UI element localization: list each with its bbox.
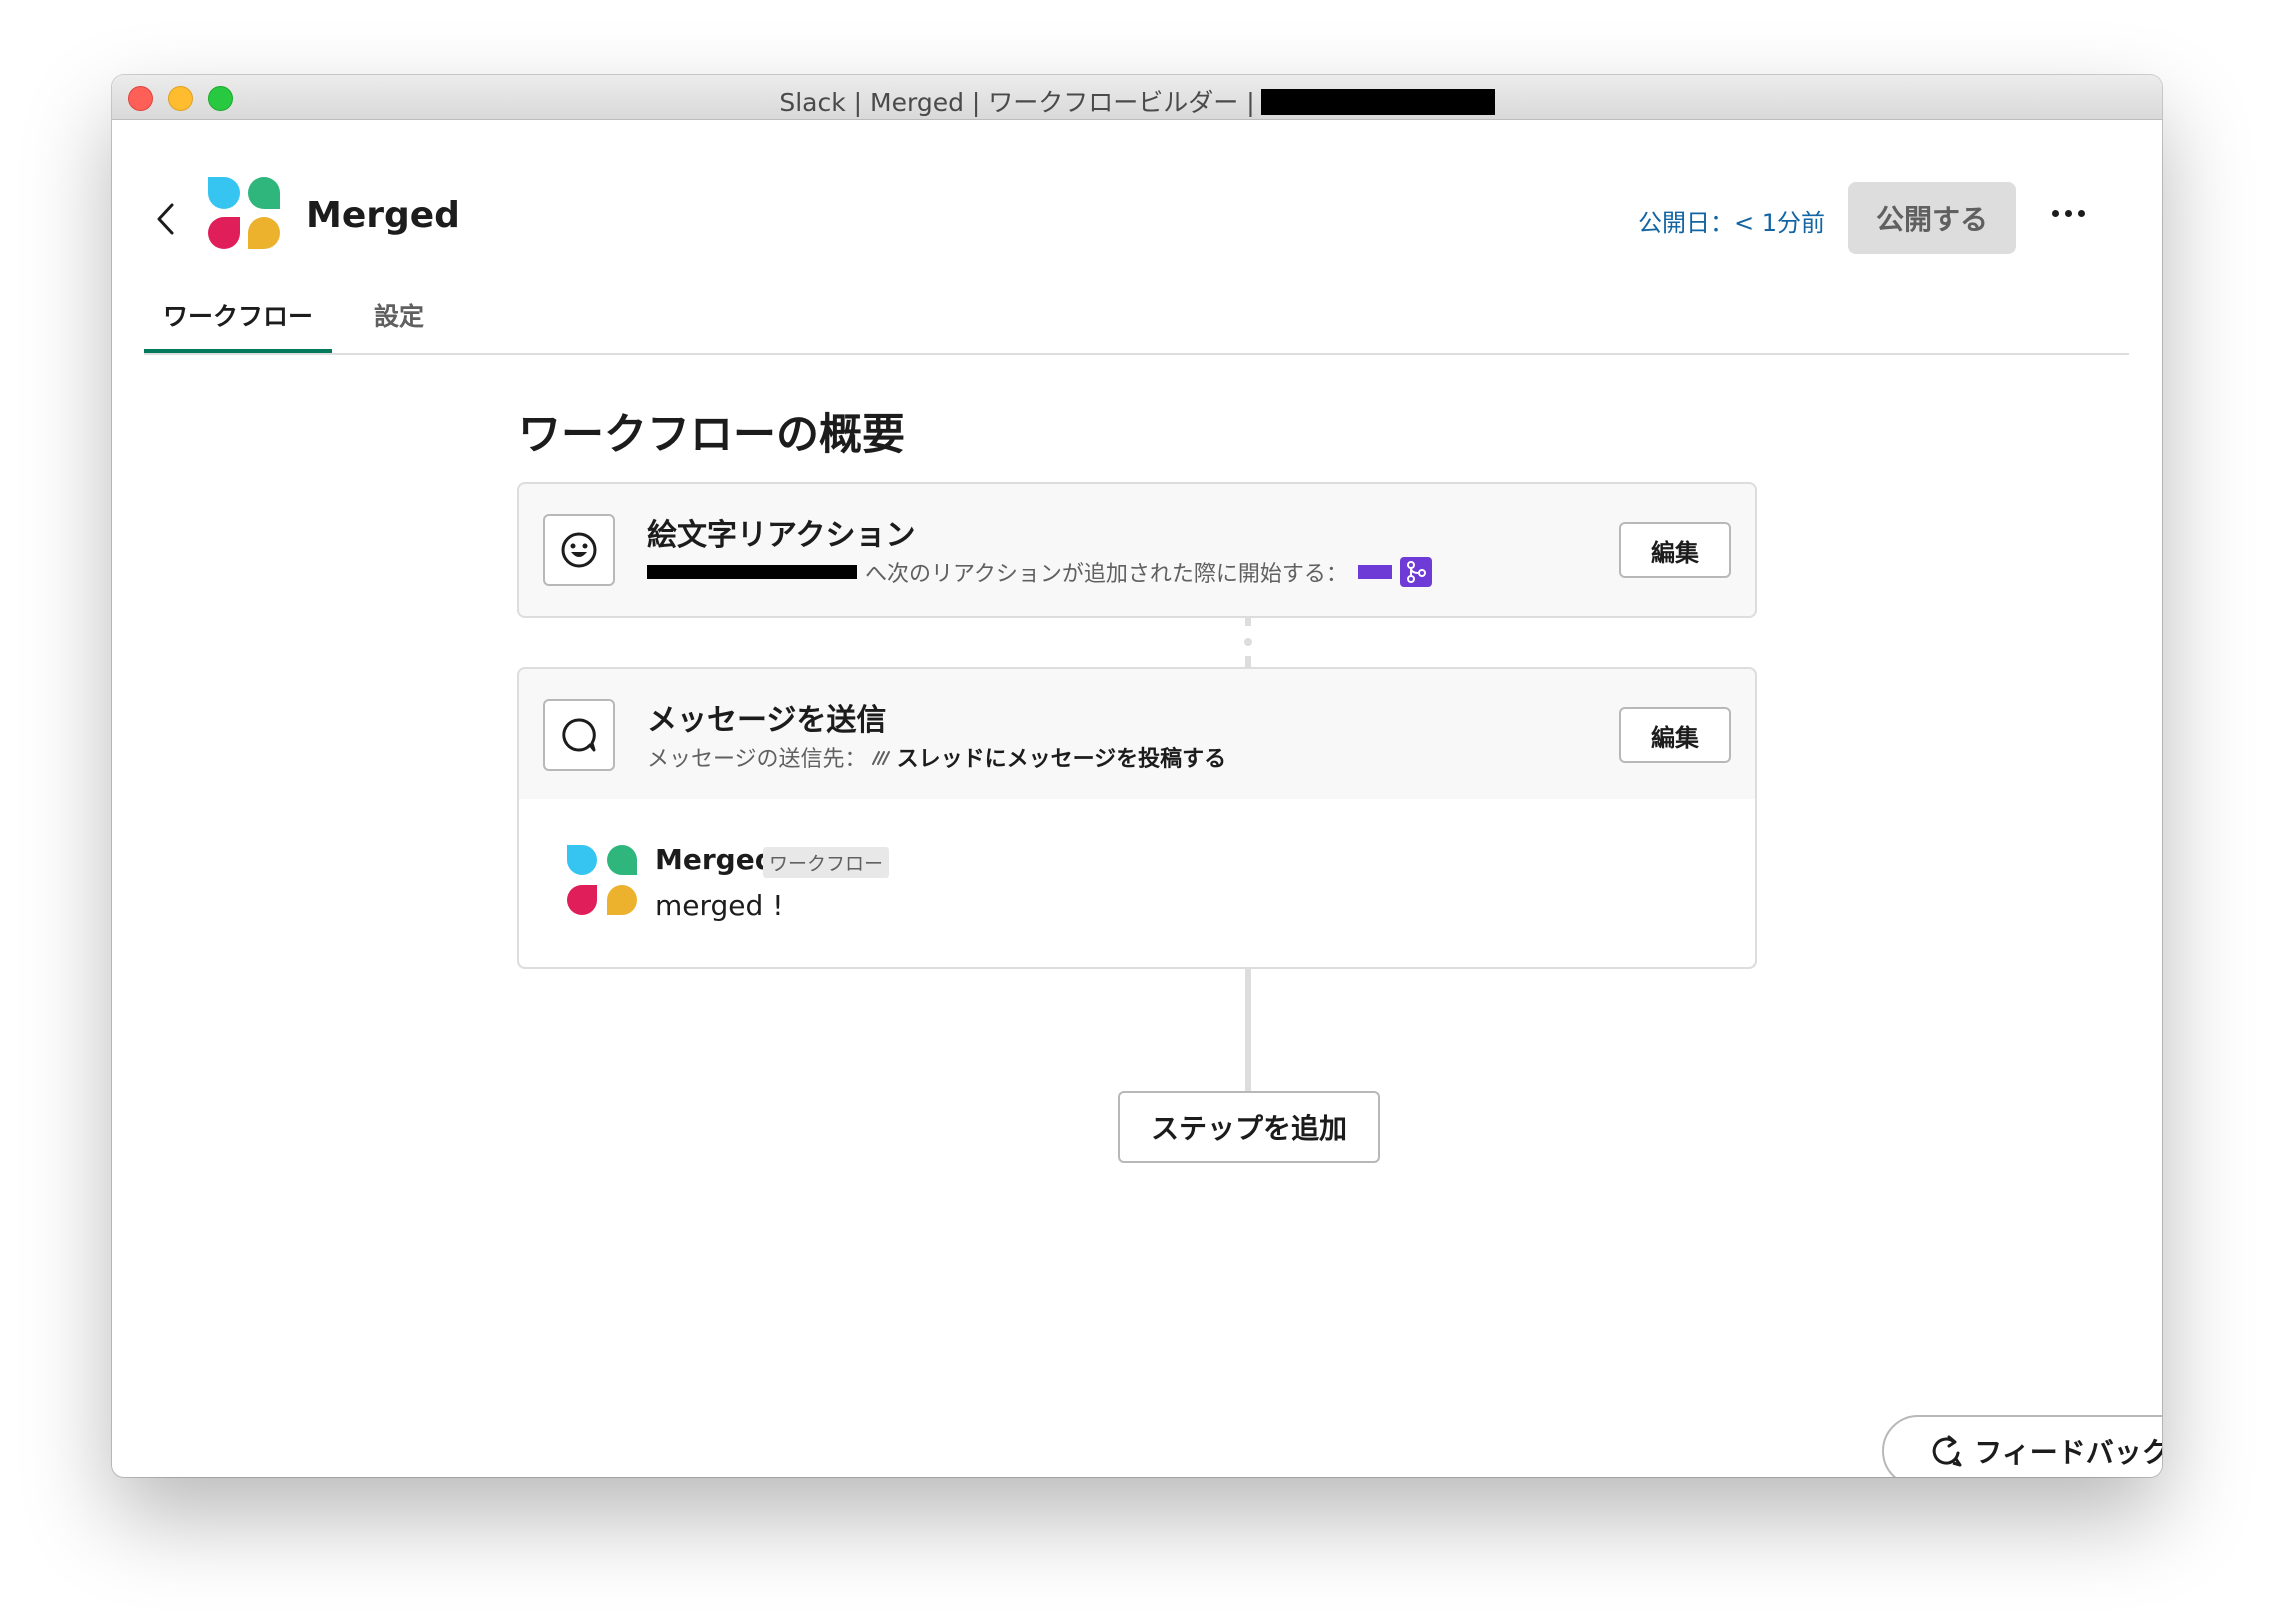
step-description-target: スレッドにメッセージを投稿する [896, 747, 1227, 772]
step-description: メッセージの送信先： スレッドにメッセージを投稿する [647, 741, 1226, 773]
redacted-block [1260, 89, 1495, 115]
message-text: merged ! [655, 889, 784, 922]
tab-workflow[interactable]: ワークフロー [144, 295, 332, 353]
step-card-header: 絵文字リアクション へ次のリアクションが追加された際に開始する： 編集 [519, 484, 1755, 614]
tab-bar: ワークフロー 設定 [144, 295, 2129, 355]
step-description-text: へ次のリアクションが追加された際に開始する： [865, 562, 1348, 587]
feedback-button[interactable]: フィードバック [1882, 1415, 2162, 1477]
edit-button[interactable]: 編集 [1619, 707, 1731, 763]
app-window: Slack | Merged | ワークフロービルダー | Merged 公開日… [112, 75, 2162, 1477]
step-title: メッセージを送信 [647, 703, 887, 738]
more-options-button[interactable] [2040, 193, 2096, 233]
step-card-emoji-reaction[interactable]: 絵文字リアクション へ次のリアクションが追加された際に開始する： 編集 [517, 482, 1757, 618]
tab-settings[interactable]: 設定 [344, 295, 454, 353]
add-step-connector [1245, 969, 1251, 1091]
message-preview: Merged ワークフロー merged ! [519, 799, 1755, 967]
workflow-logo-icon [208, 177, 282, 251]
step-description: へ次のリアクションが追加された際に開始する： [647, 556, 1432, 588]
page-title: ワークフローの概要 [518, 410, 905, 460]
publish-button[interactable]: 公開する [1848, 182, 2016, 254]
step-card-header: メッセージを送信 メッセージの送信先： スレッドにメッセージを投稿する 編集 [519, 669, 1755, 801]
step-title: 絵文字リアクション [647, 518, 916, 553]
custom-emoji-merged-icon [1357, 565, 1392, 579]
dot-icon [2077, 209, 2085, 217]
sender-avatar-icon [567, 845, 639, 917]
sender-name: Merged [655, 843, 775, 876]
emoji-icon [543, 514, 615, 586]
workflow-name: Merged [306, 195, 460, 236]
message-bubble-icon [543, 699, 615, 771]
feedback-label: フィードバック [1974, 1436, 2162, 1469]
title-bar: Slack | Merged | ワークフロービルダー | [112, 75, 2162, 120]
step-description-prefix: メッセージの送信先： [647, 747, 867, 772]
step-card-send-message[interactable]: メッセージを送信 メッセージの送信先： スレッドにメッセージを投稿する 編集 M… [517, 667, 1757, 969]
step-connector [1244, 618, 1252, 667]
thread-icon [871, 751, 890, 765]
merge-emoji-icon [1399, 557, 1432, 587]
dot-icon [2064, 209, 2072, 217]
add-step-button[interactable]: ステップを追加 [1118, 1091, 1380, 1163]
refresh-chat-icon [1932, 1435, 1962, 1467]
redacted-channel [647, 565, 857, 579]
workflow-badge: ワークフロー [763, 847, 890, 878]
window-title: Slack | Merged | ワークフロービルダー | [112, 83, 2162, 119]
published-status: 公開日：< 1分前 [1638, 209, 1826, 237]
edit-button[interactable]: 編集 [1619, 522, 1731, 578]
chevron-left-icon [157, 203, 174, 235]
window-title-text: Slack | Merged | ワークフロービルダー | [779, 88, 1255, 117]
dot-icon [2051, 209, 2059, 217]
back-button[interactable] [150, 199, 180, 239]
